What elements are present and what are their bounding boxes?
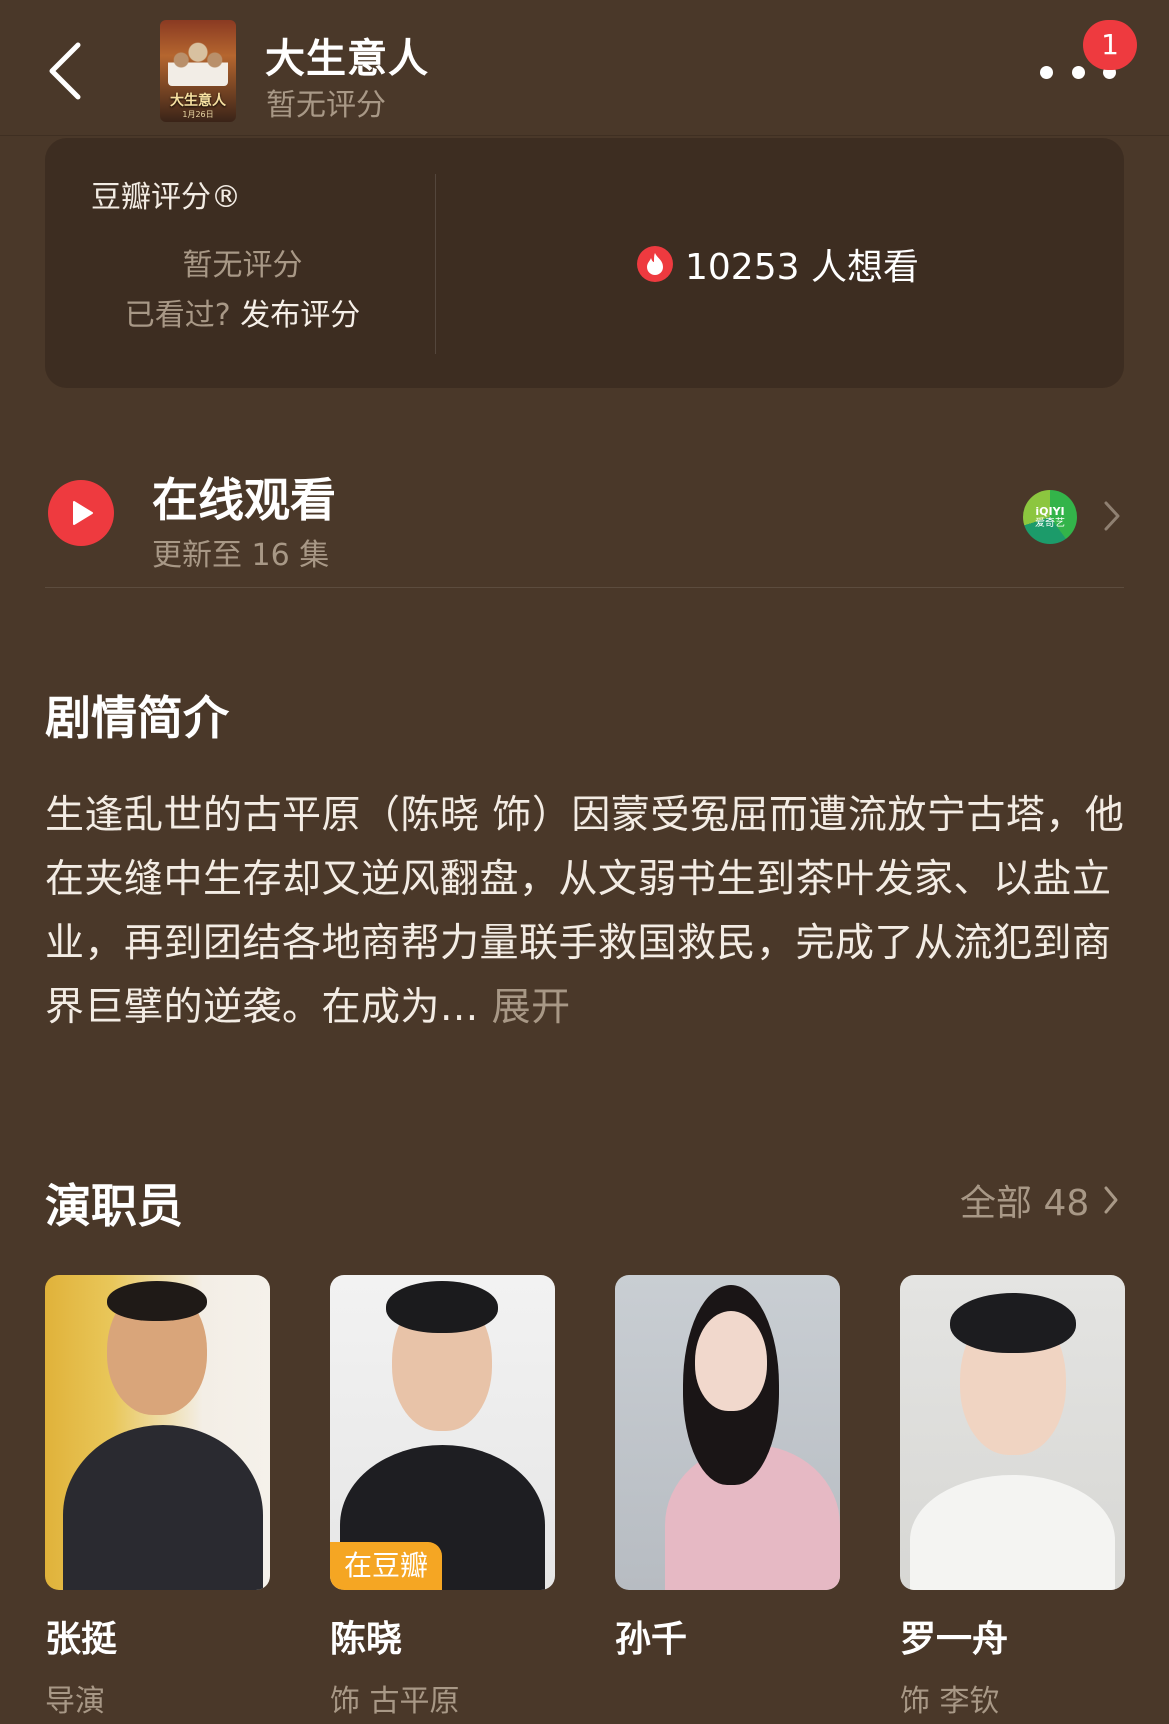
cast-role: 饰 古平原 bbox=[330, 1684, 460, 1719]
poster-title: 大生意人 bbox=[170, 93, 226, 109]
on-douban-tag: 在豆瓣 bbox=[330, 1542, 443, 1590]
cast-photo bbox=[45, 1275, 270, 1590]
synopsis-text-block: 生逢乱世的古平原（陈晓 饰）因蒙受冤屈而遭流放宁古塔，他在夹缝中生存却又逆风翻盘… bbox=[45, 784, 1125, 1040]
cast-card[interactable]: 张挺 导演 bbox=[45, 1275, 270, 1720]
cast-card[interactable]: 在豆瓣 陈晓 饰 古平原 bbox=[330, 1275, 555, 1720]
cast-role: 饰 李钦 bbox=[900, 1684, 1000, 1719]
more-dot-icon bbox=[1040, 65, 1053, 79]
poster-artwork bbox=[168, 34, 228, 86]
seen-prompt-row: 已看过? 发布评分 bbox=[45, 290, 440, 334]
cast-heading: 演职员 bbox=[45, 1179, 183, 1233]
cast-name: 张挺 bbox=[45, 1619, 118, 1660]
cast-photo bbox=[900, 1275, 1125, 1590]
want-to-watch-count: 10253 人想看 bbox=[685, 247, 919, 288]
cast-card[interactable]: 孙千 bbox=[615, 1275, 840, 1676]
rating-label: 豆瓣评分® bbox=[91, 180, 241, 215]
synopsis-text: 生逢乱世的古平原（陈晓 饰）因蒙受冤屈而遭流放宁古塔，他在夹缝中生存却又逆风翻盘… bbox=[45, 793, 1125, 1030]
chevron-left-icon bbox=[49, 42, 81, 100]
no-rating-text: 暂无评分 bbox=[182, 248, 303, 283]
cast-name: 罗一舟 bbox=[900, 1619, 1009, 1660]
cast-card[interactable]: 罗一舟 饰 李钦 bbox=[900, 1275, 1125, 1720]
play-icon bbox=[48, 480, 114, 546]
want-to-watch[interactable]: 10253 人想看 bbox=[637, 238, 919, 290]
cast-role: 导演 bbox=[45, 1684, 105, 1719]
chevron-right-icon bbox=[1104, 1186, 1118, 1214]
page-subtitle: 暂无评分 bbox=[266, 88, 386, 123]
all-cast-link[interactable]: 全部 48 bbox=[960, 1174, 1119, 1226]
chevron-right-icon bbox=[1104, 501, 1120, 531]
cast-name: 孙千 bbox=[615, 1619, 688, 1660]
synopsis-heading: 剧情简介 bbox=[45, 691, 229, 745]
cast-photo: 在豆瓣 bbox=[330, 1275, 555, 1590]
all-cast-label: 全部 48 bbox=[960, 1183, 1090, 1224]
page-title: 大生意人 bbox=[265, 36, 429, 82]
cast-name: 陈晓 bbox=[330, 1619, 403, 1660]
back-button[interactable] bbox=[40, 36, 90, 106]
seen-prompt: 已看过? bbox=[124, 298, 231, 333]
online-watch-title: 在线观看 bbox=[152, 473, 336, 527]
top-nav-bar: 大生意人 1月26日 大生意人 暂无评分 1 bbox=[0, 0, 1169, 136]
poster-subtitle: 1月26日 bbox=[182, 110, 214, 119]
divider bbox=[435, 174, 436, 354]
online-watch-row[interactable]: 在线观看 更新至 16 集 iQIYI 爱奇艺 bbox=[45, 448, 1124, 588]
rating-card: 豆瓣评分® 暂无评分 已看过? 发布评分 10253 人想看 bbox=[45, 138, 1124, 388]
flame-icon bbox=[637, 246, 673, 282]
expand-link[interactable]: 展开 bbox=[492, 985, 571, 1030]
iqiyi-logo-icon: iQIYI 爱奇艺 bbox=[1023, 490, 1077, 544]
episode-update-text: 更新至 16 集 bbox=[152, 538, 330, 573]
movie-detail-page: 大生意人 1月26日 大生意人 暂无评分 1 豆瓣评分® 暂无评分 已看过? 发… bbox=[0, 0, 1169, 1724]
more-dot-icon bbox=[1071, 65, 1085, 79]
post-rating-link[interactable]: 发布评分 bbox=[240, 298, 360, 333]
poster-thumbnail[interactable]: 大生意人 1月26日 bbox=[160, 20, 236, 122]
notification-badge: 1 bbox=[1083, 20, 1137, 70]
cast-photo bbox=[615, 1275, 840, 1590]
